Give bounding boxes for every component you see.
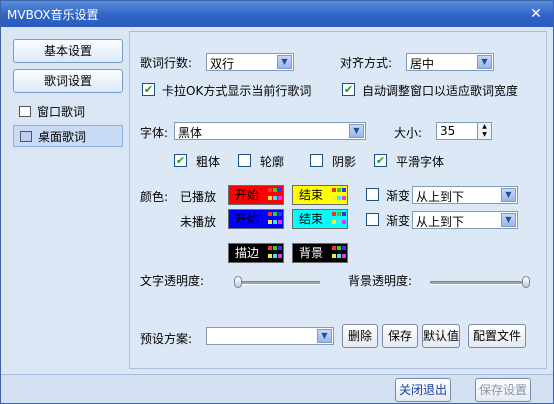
- autowidth-label: 自动调整窗口以适应歌词宽度: [362, 84, 519, 98]
- palette-icon: [332, 188, 346, 202]
- settings-window: MVBOX音乐设置 ✕ 基本设置 歌词设置 窗口歌词 桌面歌词 歌词行数: 双行…: [0, 0, 554, 404]
- unplayed-label: 未播放: [180, 215, 217, 229]
- played-gradient-checkbox[interactable]: [366, 188, 379, 201]
- sidebar: 基本设置 歌词设置 窗口歌词 桌面歌词: [5, 31, 129, 369]
- delete-button[interactable]: 删除: [342, 324, 378, 348]
- close-exit-button[interactable]: 关闭退出: [395, 378, 451, 402]
- bg-transparency-label: 背景透明度:: [348, 274, 413, 288]
- monitor-icon: [20, 131, 32, 142]
- size-label: 大小:: [394, 126, 423, 140]
- preset-label: 预设方案:: [140, 332, 193, 346]
- lines-label: 歌词行数:: [140, 56, 193, 70]
- default-button[interactable]: 默认值: [422, 324, 460, 348]
- background-color-button[interactable]: 背景: [292, 243, 348, 263]
- chevron-down-icon: ▼: [501, 213, 516, 227]
- chevron-down-icon: ▼: [349, 124, 364, 138]
- font-label: 字体:: [140, 126, 169, 140]
- smooth-label: 平滑字体: [396, 155, 445, 169]
- chevron-down-icon: ▼: [501, 188, 516, 202]
- unplayed-gradient-label: 渐变: [386, 214, 411, 228]
- gradient-value: 从上到下: [416, 215, 465, 229]
- font-select[interactable]: 黑体 ▼: [174, 122, 366, 140]
- document-icon: [19, 106, 31, 117]
- preset-select[interactable]: ▼: [206, 327, 334, 345]
- outline-checkbox[interactable]: [238, 154, 251, 167]
- color-label: 颜色:: [140, 190, 169, 204]
- footer-bar: 关闭退出 保存设置: [1, 374, 553, 403]
- played-start-color-button[interactable]: 开始: [228, 185, 284, 205]
- bg-transparency-slider[interactable]: [430, 281, 526, 285]
- font-value: 黑体: [178, 126, 203, 140]
- played-label: 已播放: [180, 190, 217, 204]
- start-label: 开始: [234, 188, 259, 202]
- basic-settings-button[interactable]: 基本设置: [13, 39, 123, 63]
- config-file-button[interactable]: 配置文件: [468, 324, 526, 348]
- align-label: 对齐方式:: [340, 56, 393, 70]
- lyrics-settings-button[interactable]: 歌词设置: [13, 69, 123, 93]
- stroke-color-button[interactable]: 描边: [228, 243, 284, 263]
- palette-icon: [332, 246, 346, 260]
- start-label: 开始: [234, 212, 259, 226]
- sidebar-item-window-lyrics[interactable]: 窗口歌词: [13, 101, 123, 123]
- stroke-label: 描边: [234, 246, 259, 260]
- played-gradient-label: 渐变: [386, 189, 411, 203]
- lines-select[interactable]: 双行 ▼: [206, 53, 294, 71]
- size-stepper[interactable]: 35 ▲ ▼: [436, 122, 492, 140]
- align-select[interactable]: 居中 ▼: [406, 53, 494, 71]
- unplayed-end-color-button[interactable]: 结束: [292, 209, 348, 229]
- save-settings-button[interactable]: 保存设置: [475, 378, 531, 402]
- size-value: 35: [440, 124, 456, 138]
- text-transparency-thumb[interactable]: [234, 276, 242, 288]
- stepper-arrows-icon[interactable]: ▲ ▼: [477, 123, 491, 139]
- window-title: MVBOX音乐设置: [7, 8, 99, 22]
- shadow-checkbox[interactable]: [310, 154, 323, 167]
- played-gradient-select[interactable]: 从上到下 ▼: [412, 186, 518, 204]
- lines-value: 双行: [210, 57, 235, 71]
- bold-label: 粗体: [196, 155, 221, 169]
- title-bar: MVBOX音乐设置 ✕: [1, 1, 553, 27]
- karaoke-label: 卡拉OK方式显示当前行歌词: [162, 84, 312, 98]
- outline-label: 轮廓: [260, 155, 285, 169]
- text-transparency-label: 文字透明度:: [140, 274, 205, 288]
- end-label: 结束: [298, 212, 323, 226]
- chevron-down-icon: ▼: [317, 329, 332, 343]
- sidebar-item-label: 桌面歌词: [38, 130, 87, 144]
- chevron-down-icon: ▼: [277, 55, 292, 69]
- unplayed-start-color-button[interactable]: 开始: [228, 209, 284, 229]
- palette-icon: [268, 188, 282, 202]
- close-icon[interactable]: ✕: [527, 5, 545, 23]
- palette-icon: [268, 246, 282, 260]
- palette-icon: [332, 212, 346, 226]
- save-preset-button[interactable]: 保存: [382, 324, 418, 348]
- align-value: 居中: [410, 57, 435, 71]
- background-label: 背景: [298, 246, 323, 260]
- lyrics-settings-panel: 歌词行数: 双行 ▼ 对齐方式: 居中 ▼ ✔ 卡拉OK方式显示当前行歌词 ✔ …: [129, 31, 547, 369]
- karaoke-checkbox[interactable]: ✔: [142, 83, 155, 96]
- sidebar-item-desktop-lyrics[interactable]: 桌面歌词: [13, 125, 123, 147]
- unplayed-gradient-checkbox[interactable]: [366, 213, 379, 226]
- gradient-value: 从上到下: [416, 190, 465, 204]
- sidebar-item-label: 窗口歌词: [37, 105, 86, 119]
- autowidth-checkbox[interactable]: ✔: [342, 83, 355, 96]
- shadow-label: 阴影: [332, 155, 357, 169]
- unplayed-gradient-select[interactable]: 从上到下 ▼: [412, 211, 518, 229]
- text-transparency-slider[interactable]: [234, 281, 320, 285]
- chevron-down-icon: ▼: [477, 55, 492, 69]
- bg-transparency-thumb[interactable]: [522, 276, 530, 288]
- played-end-color-button[interactable]: 结束: [292, 185, 348, 205]
- end-label: 结束: [298, 188, 323, 202]
- smooth-checkbox[interactable]: ✔: [374, 154, 387, 167]
- palette-icon: [268, 212, 282, 226]
- bold-checkbox[interactable]: ✔: [174, 154, 187, 167]
